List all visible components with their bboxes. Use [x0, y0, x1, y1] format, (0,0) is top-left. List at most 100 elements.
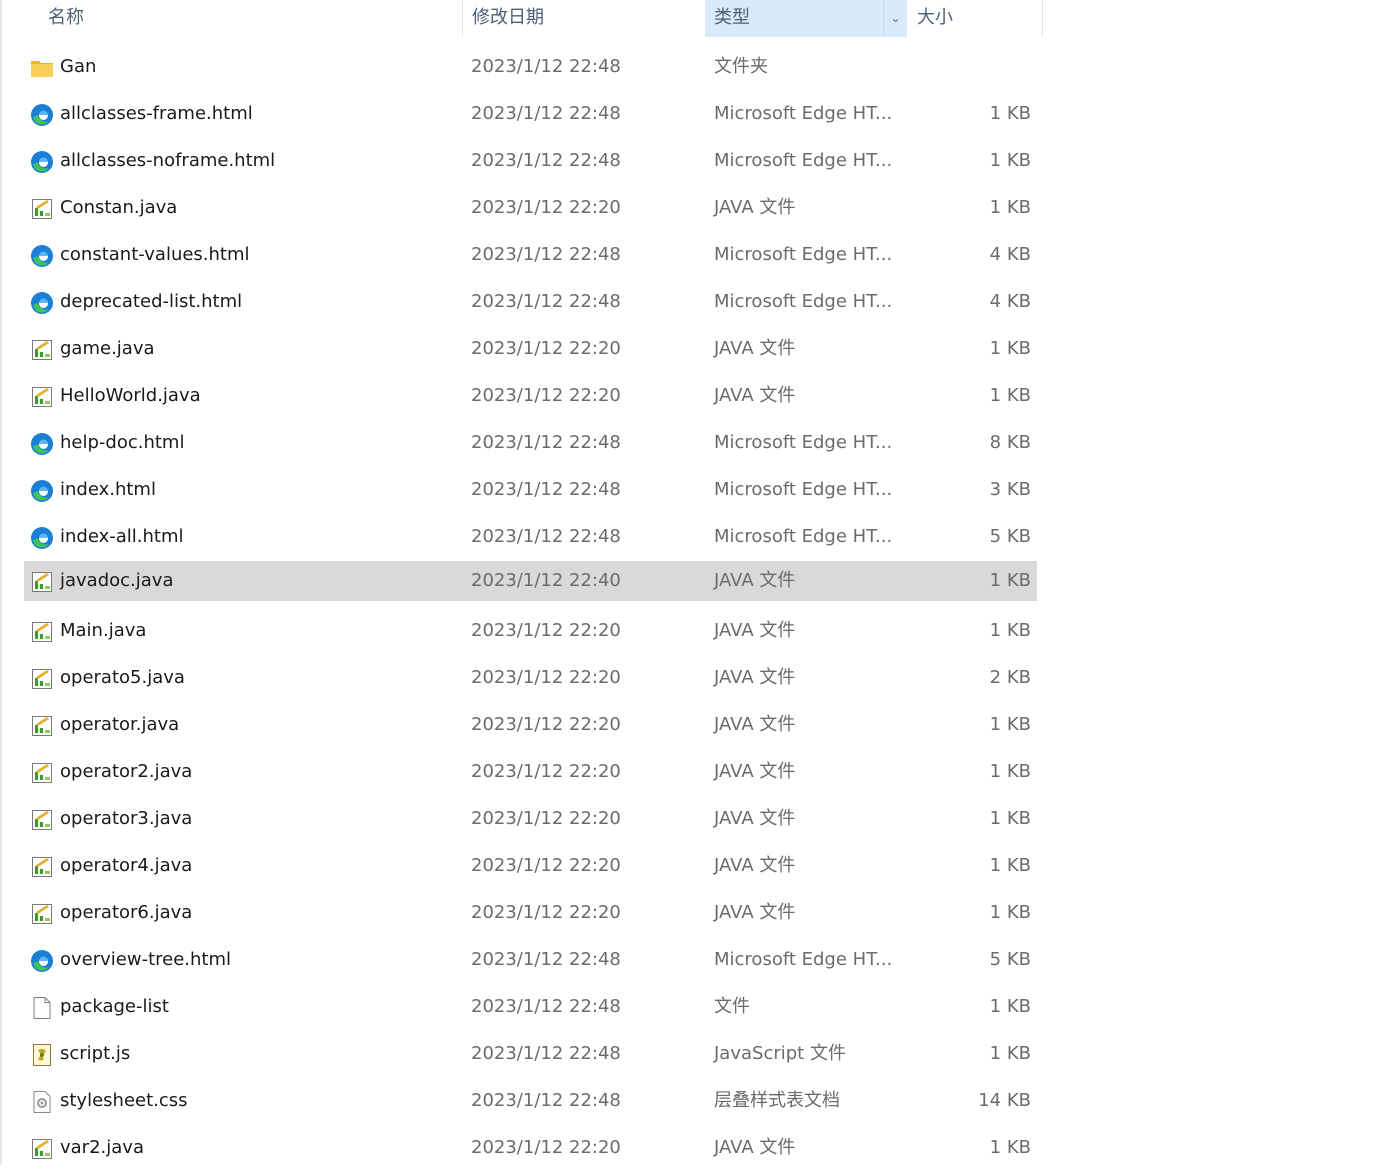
file-name: Constan.java	[60, 197, 178, 218]
file-type: Microsoft Edge HT...	[714, 244, 893, 265]
file-size: 1 KB	[989, 808, 1031, 829]
file-row[interactable]: Constan.java 2023/1/12 22:20 JAVA 文件 1 KB	[24, 185, 1037, 232]
file-date: 2023/1/12 22:20	[471, 855, 621, 876]
file-type: 文件夹	[714, 56, 768, 77]
chevron-down-icon[interactable]: ⌄	[883, 0, 907, 37]
file-type: 文件	[714, 996, 750, 1017]
file-row[interactable]: operator4.java 2023/1/12 22:20 JAVA 文件 1 KB	[24, 843, 1037, 890]
file-row[interactable]: operator2.java 2023/1/12 22:20 JAVA 文件 1 KB	[24, 749, 1037, 796]
file-type: JAVA 文件	[714, 385, 796, 406]
file-date: 2023/1/12 22:48	[471, 1043, 621, 1064]
file-date: 2023/1/12 22:48	[471, 479, 621, 500]
file-date: 2023/1/12 22:20	[471, 714, 621, 735]
file-date: 2023/1/12 22:48	[471, 949, 621, 970]
file-row[interactable]: index-all.html 2023/1/12 22:48 Microsoft E…	[24, 514, 1037, 561]
column-header-type-label: 类型	[714, 7, 750, 28]
file-date: 2023/1/12 22:48	[471, 103, 621, 124]
file-type: JAVA 文件	[714, 1137, 796, 1158]
file-size: 1 KB	[989, 385, 1031, 406]
file-type: JAVA 文件	[714, 714, 796, 735]
file-date: 2023/1/12 22:20	[471, 338, 621, 359]
file-name: operator4.java	[60, 855, 193, 876]
file-type: Microsoft Edge HT...	[714, 432, 893, 453]
column-header-type[interactable]: 类型 ⌄	[705, 0, 907, 37]
column-header-size[interactable]: 大小	[908, 0, 1043, 37]
file-type: Microsoft Edge HT...	[714, 103, 893, 124]
file-date: 2023/1/12 22:20	[471, 620, 621, 641]
file-size: 1 KB	[989, 996, 1031, 1017]
java-file-icon	[30, 808, 54, 832]
file-name: stylesheet.css	[60, 1090, 188, 1111]
file-type: Microsoft Edge HT...	[714, 291, 893, 312]
file-name: allclasses-frame.html	[60, 103, 253, 124]
file-size: 8 KB	[989, 432, 1031, 453]
file-name: deprecated-list.html	[60, 291, 243, 312]
file-row[interactable]: Gan 2023/1/12 22:48 文件夹	[24, 44, 1037, 91]
java-file-icon	[30, 197, 54, 221]
file-size: 1 KB	[989, 902, 1031, 923]
file-size: 1 KB	[989, 570, 1031, 591]
column-header-name[interactable]: 名称	[48, 0, 448, 37]
file-size: 5 KB	[989, 949, 1031, 970]
file-size: 14 KB	[978, 1090, 1031, 1111]
file-row[interactable]: javadoc.java 2023/1/12 22:40 JAVA 文件 1 KB	[24, 561, 1037, 601]
file-date: 2023/1/12 22:20	[471, 1137, 621, 1158]
file-name: help-doc.html	[60, 432, 185, 453]
file-date: 2023/1/12 22:20	[471, 902, 621, 923]
file-date: 2023/1/12 22:48	[471, 244, 621, 265]
file-date: 2023/1/12 22:20	[471, 667, 621, 688]
file-row[interactable]: constant-values.html 2023/1/12 22:48 Micro…	[24, 232, 1037, 279]
file-name: overview-tree.html	[60, 949, 232, 970]
file-type: JAVA 文件	[714, 761, 796, 782]
java-file-icon	[30, 761, 54, 785]
java-file-icon	[30, 1137, 54, 1161]
file-type: 层叠样式表文档	[714, 1090, 840, 1111]
file-row[interactable]: deprecated-list.html 2023/1/12 22:48 Micro…	[24, 279, 1037, 326]
file-row[interactable]: package-list 2023/1/12 22:48 文件 1 KB	[24, 984, 1037, 1031]
file-type: JavaScript 文件	[714, 1043, 846, 1064]
file-size: 1 KB	[989, 1137, 1031, 1158]
file-name: package-list	[60, 996, 169, 1017]
file-type: JAVA 文件	[714, 620, 796, 641]
file-name: operator6.java	[60, 902, 193, 923]
file-name: index-all.html	[60, 526, 184, 547]
java-file-icon	[30, 620, 54, 644]
file-date: 2023/1/12 22:20	[471, 761, 621, 782]
file-row[interactable]: index.html 2023/1/12 22:48 Microsoft Edge …	[24, 467, 1037, 514]
file-size: 2 KB	[989, 667, 1031, 688]
file-row[interactable]: script.js 2023/1/12 22:48 JavaScript 文件 1 K…	[24, 1031, 1037, 1078]
file-name: constant-values.html	[60, 244, 250, 265]
file-row[interactable]: operator.java 2023/1/12 22:20 JAVA 文件 1 KB	[24, 702, 1037, 749]
edge-icon	[30, 150, 54, 174]
file-row[interactable]: stylesheet.css 2023/1/12 22:48 层叠样式表文档 14 K…	[24, 1078, 1037, 1125]
column-header-date[interactable]: 修改日期	[462, 0, 698, 37]
file-row[interactable]: allclasses-frame.html 2023/1/12 22:48 Micr…	[24, 91, 1037, 138]
file-name: HelloWorld.java	[60, 385, 201, 406]
file-date: 2023/1/12 22:48	[471, 56, 621, 77]
file-type: JAVA 文件	[714, 338, 796, 359]
file-row[interactable]: operator3.java 2023/1/12 22:20 JAVA 文件 1 KB	[24, 796, 1037, 843]
file-row[interactable]: overview-tree.html 2023/1/12 22:48 Microso…	[24, 937, 1037, 984]
file-size: 1 KB	[989, 714, 1031, 735]
file-size: 1 KB	[989, 150, 1031, 171]
script-file-icon	[30, 1043, 54, 1067]
file-type: Microsoft Edge HT...	[714, 479, 893, 500]
file-row[interactable]: game.java 2023/1/12 22:20 JAVA 文件 1 KB	[24, 326, 1037, 373]
window-left-edge	[0, 0, 2, 1165]
file-row[interactable]: operator6.java 2023/1/12 22:20 JAVA 文件 1 KB	[24, 890, 1037, 937]
java-file-icon	[30, 570, 54, 594]
file-row[interactable]: HelloWorld.java 2023/1/12 22:20 JAVA 文件 1 K…	[24, 373, 1037, 420]
java-file-icon	[30, 902, 54, 926]
file-size: 3 KB	[989, 479, 1031, 500]
file-row[interactable]: Main.java 2023/1/12 22:20 JAVA 文件 1 KB	[24, 608, 1037, 655]
file-type: Microsoft Edge HT...	[714, 150, 893, 171]
css-file-icon	[30, 1090, 54, 1114]
file-row[interactable]: help-doc.html 2023/1/12 22:48 Microsoft Ed…	[24, 420, 1037, 467]
file-date: 2023/1/12 22:48	[471, 150, 621, 171]
column-header-bar: ^ 名称 修改日期 类型 ⌄ 大小	[0, 0, 1044, 38]
file-row[interactable]: operato5.java 2023/1/12 22:20 JAVA 文件 2 KB	[24, 655, 1037, 702]
file-size: 1 KB	[989, 620, 1031, 641]
file-list: Gan 2023/1/12 22:48 文件夹 allclasses-frame.h…	[24, 44, 1037, 1172]
file-row[interactable]: allclasses-noframe.html 2023/1/12 22:48 Mi…	[24, 138, 1037, 185]
file-date: 2023/1/12 22:48	[471, 526, 621, 547]
